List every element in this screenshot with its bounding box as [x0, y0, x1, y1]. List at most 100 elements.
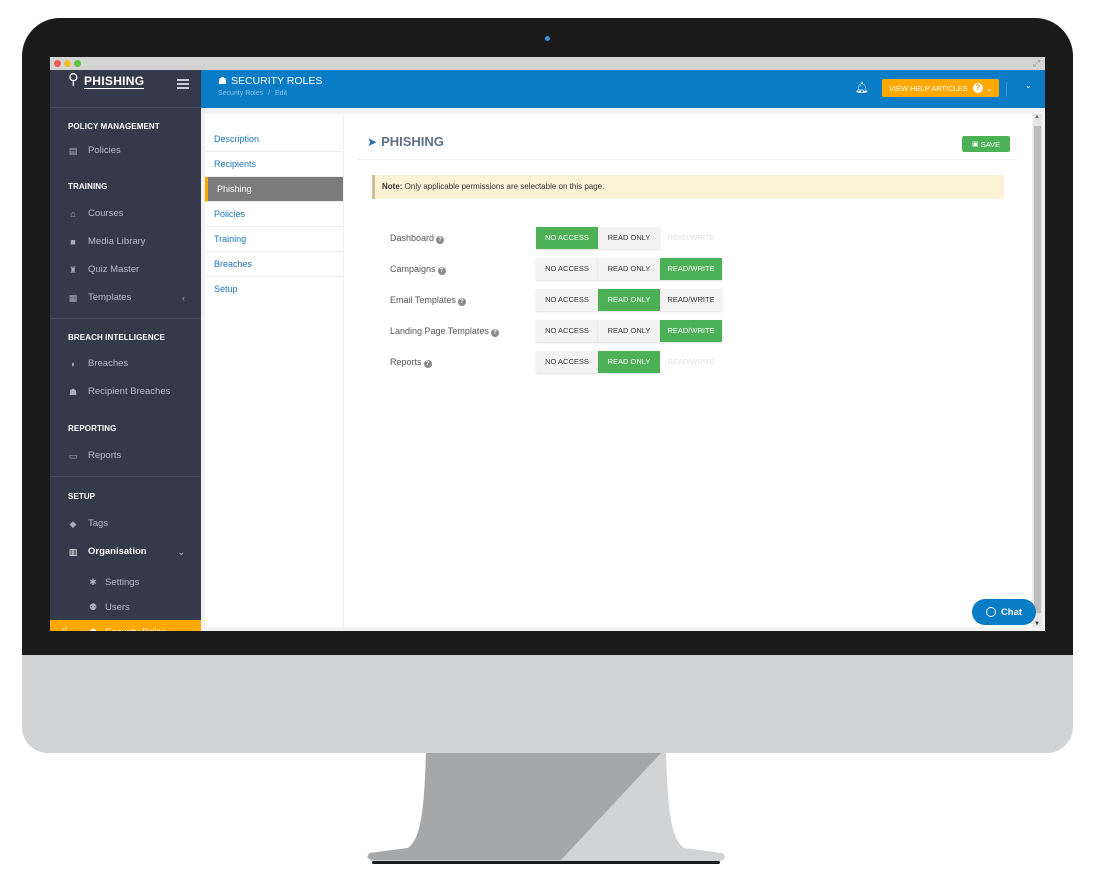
- tab-breaches[interactable]: Breaches: [205, 252, 343, 277]
- user-menu-chevron-icon[interactable]: ⌄: [1025, 81, 1032, 90]
- sidebar-item-label: Breaches: [88, 358, 129, 369]
- graduation-cap-icon: ⌂: [70, 209, 76, 219]
- webcam-dot: [545, 36, 550, 41]
- chat-button[interactable]: Chat: [972, 599, 1036, 625]
- vertical-scrollbar[interactable]: ▲ ▼: [1033, 114, 1042, 627]
- permission-row: Email Templates? NO ACCESS READ ONLY READ/W…: [390, 289, 890, 311]
- tab-recipients[interactable]: Recipients: [205, 152, 343, 177]
- chevron-down-icon: ⌄: [985, 83, 993, 93]
- sidebar-item-label: Security Roles: [105, 627, 166, 631]
- expand-icon[interactable]: ⤢: [1033, 58, 1040, 69]
- sidebar-item-templates[interactable]: ▦ Templates ‹: [50, 284, 201, 312]
- sidebar-item-quiz-master[interactable]: ♜ Quiz Master: [50, 256, 201, 284]
- access-option-read-only[interactable]: READ ONLY: [598, 351, 660, 373]
- maximize-window-button[interactable]: [74, 60, 81, 67]
- access-option-read-write[interactable]: READ/WRITE: [660, 289, 722, 311]
- access-option-read-only[interactable]: READ ONLY: [598, 320, 660, 342]
- scroll-down-arrow-icon[interactable]: ▼: [1034, 621, 1040, 627]
- tab-policies[interactable]: Policies: [205, 202, 343, 227]
- access-option-read-only[interactable]: READ ONLY: [598, 227, 660, 249]
- video-icon: ■: [70, 237, 76, 247]
- access-option-no-access[interactable]: NO ACCESS: [536, 289, 598, 311]
- access-option-no-access[interactable]: NO ACCESS: [536, 351, 598, 373]
- permission-label: Reports?: [390, 351, 432, 373]
- topbar-divider: [1006, 82, 1007, 96]
- access-level-toggle: NO ACCESS READ ONLY READ/WRITE: [536, 320, 722, 342]
- note-text: Only applicable permissions are selectab…: [402, 182, 605, 191]
- sidebar-item-security-roles[interactable]: ☝ ☗ Security Roles: [50, 620, 201, 631]
- permission-label-text: Email Templates: [390, 295, 456, 305]
- cog-icon: ✱: [89, 577, 97, 587]
- paper-plane-icon: ➤: [367, 134, 378, 149]
- permission-row: Landing Page Templates? NO ACCESS READ ONL…: [390, 320, 890, 342]
- permission-label: Campaigns?: [390, 258, 446, 280]
- access-option-read-only[interactable]: READ ONLY: [598, 258, 660, 280]
- breadcrumb: Security Roles / Edit: [218, 90, 287, 97]
- sidebar-item-courses[interactable]: ⌂ Courses: [50, 200, 201, 228]
- sidebar-item-settings[interactable]: ✱ Settings: [50, 570, 201, 595]
- tab-description[interactable]: Description: [205, 127, 343, 152]
- sidebar-item-policies[interactable]: ▤ Policies: [50, 137, 201, 165]
- sidebar-item-organisation[interactable]: ▥ Organisation ⌄: [50, 538, 201, 566]
- permission-row: Reports? NO ACCESS READ ONLY READ/WRITE: [390, 351, 890, 373]
- close-window-button[interactable]: [54, 60, 61, 67]
- question-circle-icon[interactable]: ?: [437, 267, 446, 275]
- sidebar-item-label: Tags: [88, 518, 109, 529]
- scrollbar-thumb[interactable]: [1034, 126, 1041, 613]
- sidebar-item-breaches[interactable]: ◗ Breaches: [50, 350, 201, 378]
- access-option-read-write[interactable]: READ/WRITE: [660, 258, 722, 280]
- floppy-disk-icon: ▣: [971, 141, 979, 148]
- sidebar-item-label: Media Library: [88, 236, 146, 247]
- sidebar: ⚲ PHISHING POLICY MANAGEMENT ▤ Policies …: [50, 70, 201, 631]
- save-button[interactable]: ▣ SAVE: [962, 136, 1010, 152]
- hamburger-menu-icon[interactable]: [177, 79, 189, 89]
- access-option-no-access[interactable]: NO ACCESS: [536, 320, 598, 342]
- user-shield-icon: ☗: [68, 387, 78, 397]
- permission-label-text: Campaigns: [390, 264, 436, 274]
- question-circle-icon[interactable]: ?: [457, 298, 466, 306]
- access-option-no-access[interactable]: NO ACCESS: [536, 258, 598, 280]
- brand-logo[interactable]: ⚲ PHISHING: [68, 72, 145, 89]
- permission-label: Dashboard?: [390, 227, 445, 249]
- breadcrumb-separator: /: [268, 90, 271, 97]
- section-setup: SETUP: [68, 492, 96, 501]
- sidebar-item-label: Recipient Breaches: [88, 386, 171, 397]
- tab-training[interactable]: Training: [205, 227, 343, 252]
- question-circle-icon[interactable]: ?: [423, 360, 432, 368]
- sidebar-item-recipient-breaches[interactable]: ☗ Recipient Breaches: [50, 378, 201, 406]
- access-option-no-access[interactable]: NO ACCESS: [536, 227, 598, 249]
- tab-setup[interactable]: Setup: [205, 277, 343, 302]
- chevron-down-icon: ⌄: [177, 547, 185, 557]
- clipboard-icon: ▤: [68, 146, 78, 156]
- minimize-window-button[interactable]: [64, 60, 71, 67]
- sidebar-item-media-library[interactable]: ■ Media Library: [50, 228, 201, 256]
- page-title-text: SECURITY ROLES: [230, 75, 323, 87]
- access-option-read-only[interactable]: READ ONLY: [598, 289, 660, 311]
- sidebar-item-reports[interactable]: ▭ Reports: [50, 442, 201, 470]
- breadcrumb-security-roles[interactable]: Security Roles: [218, 90, 263, 97]
- question-circle-icon[interactable]: ?: [490, 329, 499, 337]
- access-option-read-write[interactable]: READ/WRITE: [660, 320, 722, 342]
- sidebar-item-label: Users: [105, 602, 130, 613]
- window-titlebar: ⤢: [50, 57, 1045, 70]
- bell-icon[interactable]: 🔔︎: [855, 81, 869, 94]
- sidebar-item-label: Courses: [88, 208, 124, 219]
- hand-pointer-cursor-icon: ☝: [60, 623, 68, 632]
- question-circle-icon[interactable]: ?: [436, 236, 445, 244]
- content-area: Description Recipients Phishing Policies…: [201, 108, 1045, 631]
- page-title: ☗ SECURITY ROLES: [218, 75, 322, 87]
- breadcrumb-edit: Edit: [275, 90, 288, 97]
- section-training: TRAINING: [68, 182, 108, 191]
- access-option-read-write: READ/WRITE: [667, 357, 715, 366]
- scroll-up-arrow-icon[interactable]: ▲: [1034, 114, 1040, 120]
- sidebar-item-label: Policies: [88, 145, 121, 156]
- save-button-label: SAVE: [980, 139, 1001, 149]
- access-level-toggle: NO ACCESS READ ONLY READ/WRITE: [536, 227, 722, 249]
- note-prefix: Note:: [382, 182, 403, 191]
- sidebar-item-tags[interactable]: ◆ Tags: [50, 510, 201, 538]
- role-edit-panel: Description Recipients Phishing Policies…: [205, 114, 1032, 627]
- tab-phishing[interactable]: Phishing: [205, 177, 343, 202]
- view-help-articles-button[interactable]: VIEW HELP ARTICLES ? ⌄: [882, 79, 999, 97]
- sidebar-item-users[interactable]: ⚉ Users: [50, 595, 201, 620]
- permission-row: Dashboard? NO ACCESS READ ONLY READ/WRITE: [390, 227, 890, 249]
